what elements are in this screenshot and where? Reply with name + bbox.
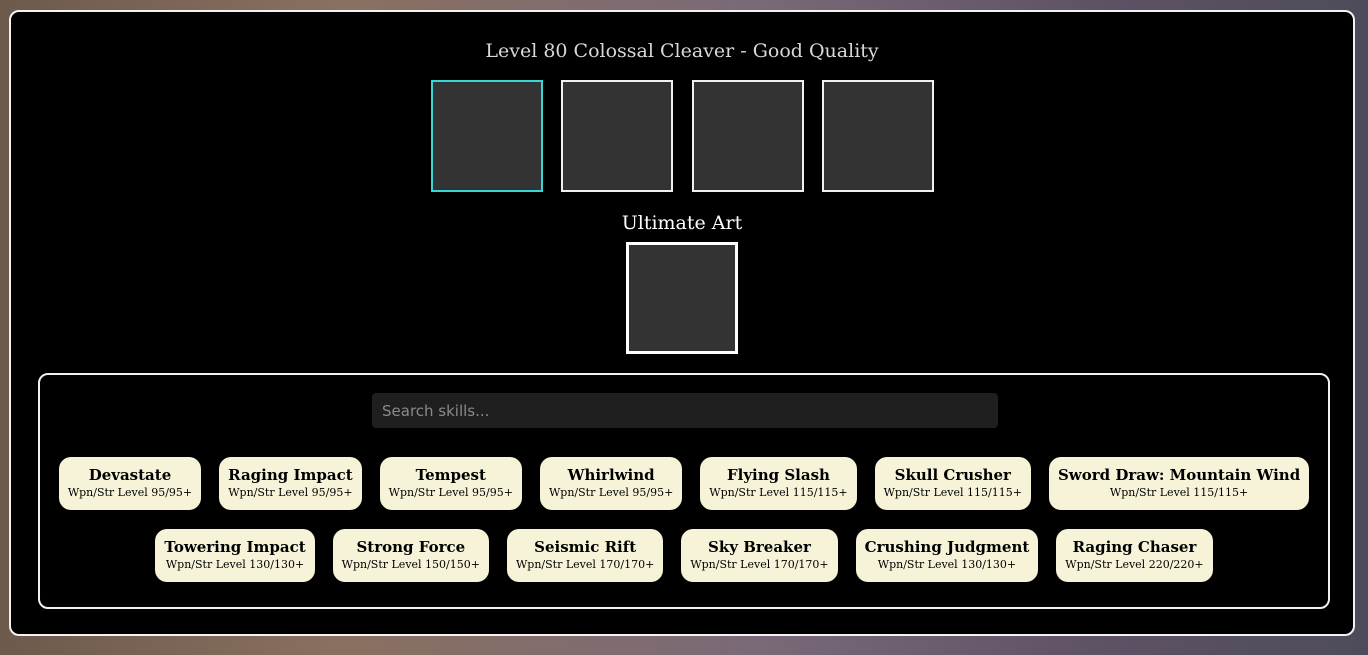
skill-name: Seismic Rift xyxy=(534,538,637,556)
skill-name: Raging Chaser xyxy=(1072,538,1197,556)
skill-devastate[interactable]: Devastate Wpn/Str Level 95/95+ xyxy=(58,457,202,510)
skill-slot-4[interactable] xyxy=(822,80,934,192)
skill-name: Crushing Judgment xyxy=(864,538,1030,556)
skills-row-2: Towering Impact Wpn/Str Level 130/130+ S… xyxy=(40,529,1328,582)
skill-tempest[interactable]: Tempest Wpn/Str Level 95/95+ xyxy=(379,457,522,510)
skill-slot-3[interactable] xyxy=(692,80,804,192)
skills-list-panel: Devastate Wpn/Str Level 95/95+ Raging Im… xyxy=(38,373,1330,609)
skill-requirement: Wpn/Str Level 220/220+ xyxy=(1065,558,1204,571)
ultimate-art-slot[interactable] xyxy=(626,242,738,354)
skill-name: Tempest xyxy=(415,466,486,484)
skills-row-1: Devastate Wpn/Str Level 95/95+ Raging Im… xyxy=(40,457,1328,510)
ultimate-art-label: Ultimate Art xyxy=(621,212,743,234)
skill-skull-crusher[interactable]: Skull Crusher Wpn/Str Level 115/115+ xyxy=(874,457,1031,510)
skill-towering-impact[interactable]: Towering Impact Wpn/Str Level 130/130+ xyxy=(155,529,315,582)
skill-name: Strong Force xyxy=(356,538,466,556)
skill-slot-1[interactable] xyxy=(431,80,543,192)
skill-requirement: Wpn/Str Level 95/95+ xyxy=(388,486,513,499)
skill-name: Whirlwind xyxy=(567,466,655,484)
skill-seismic-rift[interactable]: Seismic Rift Wpn/Str Level 170/170+ xyxy=(506,529,664,582)
skill-name: Skull Crusher xyxy=(894,466,1011,484)
skill-requirement: Wpn/Str Level 95/95+ xyxy=(228,486,353,499)
skill-requirement: Wpn/Str Level 95/95+ xyxy=(548,486,674,499)
skill-raging-impact[interactable]: Raging Impact Wpn/Str Level 95/95+ xyxy=(219,457,362,510)
skill-slot-2[interactable] xyxy=(561,80,673,192)
skill-name: Devastate xyxy=(88,466,172,484)
skill-name: Towering Impact xyxy=(164,538,306,556)
skill-crushing-judgment[interactable]: Crushing Judgment Wpn/Str Level 130/130+ xyxy=(855,529,1039,582)
skill-requirement: Wpn/Str Level 115/115+ xyxy=(883,486,1022,499)
skill-requirement: Wpn/Str Level 170/170+ xyxy=(690,558,829,571)
skill-requirement: Wpn/Str Level 115/115+ xyxy=(709,486,848,499)
weapon-title: Level 80 Colossal Cleaver - Good Quality xyxy=(485,40,879,62)
skill-requirement: Wpn/Str Level 95/95+ xyxy=(67,486,193,499)
skill-requirement: Wpn/Str Level 130/130+ xyxy=(165,558,305,571)
search-skills-input[interactable] xyxy=(372,393,998,428)
skill-strong-force[interactable]: Strong Force Wpn/Str Level 150/150+ xyxy=(332,529,489,582)
skill-raging-chaser[interactable]: Raging Chaser Wpn/Str Level 220/220+ xyxy=(1056,529,1213,582)
skill-flying-slash[interactable]: Flying Slash Wpn/Str Level 115/115+ xyxy=(700,457,857,510)
skill-name: Sky Breaker xyxy=(708,538,811,556)
skill-requirement: Wpn/Str Level 170/170+ xyxy=(515,558,655,571)
skill-sword-draw-mountain-wind[interactable]: Sword Draw: Mountain Wind Wpn/Str Level … xyxy=(1048,457,1310,510)
skill-requirement: Wpn/Str Level 130/130+ xyxy=(877,558,1017,571)
skill-whirlwind[interactable]: Whirlwind Wpn/Str Level 95/95+ xyxy=(539,457,683,510)
skill-name: Flying Slash xyxy=(726,466,830,484)
skill-sky-breaker[interactable]: Sky Breaker Wpn/Str Level 170/170+ xyxy=(681,529,838,582)
skill-loadout-panel: Level 80 Colossal Cleaver - Good Quality… xyxy=(9,10,1355,636)
skill-requirement: Wpn/Str Level 115/115+ xyxy=(1109,486,1249,499)
skill-name: Raging Impact xyxy=(228,466,353,484)
skill-name: Sword Draw: Mountain Wind xyxy=(1057,466,1301,484)
skill-requirement: Wpn/Str Level 150/150+ xyxy=(341,558,480,571)
